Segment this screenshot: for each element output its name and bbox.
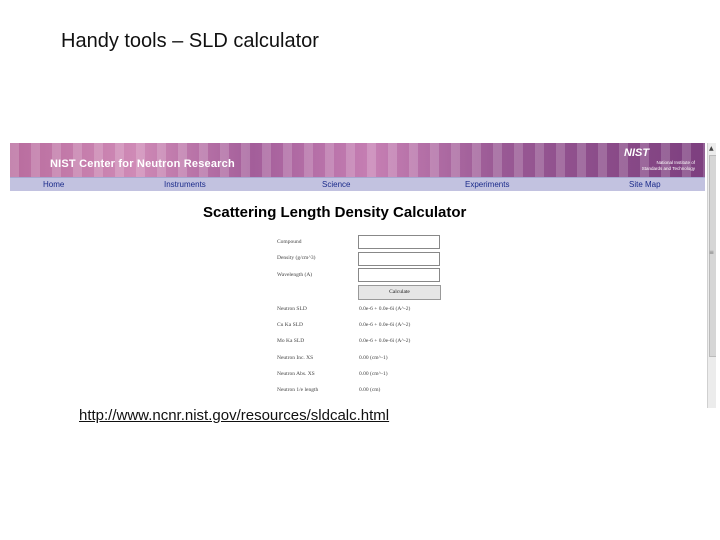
density-label: Density (g/cm^3) bbox=[277, 255, 316, 261]
nist-logo-subtitle: National Institute of Standards and Tech… bbox=[600, 160, 695, 172]
result-label-neutron-sld: Neutron SLD bbox=[277, 306, 307, 312]
nist-logo[interactable]: NIST bbox=[624, 147, 649, 159]
density-input[interactable] bbox=[358, 252, 440, 266]
vertical-scrollbar[interactable]: ▲ ≡ bbox=[707, 143, 716, 408]
nav-bar: Home Instruments Science Experiments Sit… bbox=[10, 177, 705, 191]
scroll-up-arrow-icon[interactable]: ▲ bbox=[709, 145, 714, 152]
wavelength-input[interactable] bbox=[358, 268, 440, 282]
reference-url-link[interactable]: http://www.ncnr.nist.gov/resources/sldca… bbox=[79, 407, 389, 424]
nav-science[interactable]: Science bbox=[322, 180, 350, 189]
nav-home[interactable]: Home bbox=[43, 180, 64, 189]
site-title[interactable]: NIST Center for Neutron Research bbox=[50, 158, 235, 170]
result-label-mo-ka-sld: Mo Ka SLD bbox=[277, 338, 305, 344]
nav-site-map[interactable]: Site Map bbox=[629, 180, 661, 189]
result-label-inc-xs: Neutron Inc. XS bbox=[277, 355, 314, 361]
result-label-1e-length: Neutron 1/e length bbox=[277, 387, 319, 393]
result-label-abs-xs: Neutron Abs. XS bbox=[277, 371, 315, 377]
result-value-abs-xs: 0.00 (cm^-1) bbox=[359, 371, 388, 377]
result-value-mo-ka-sld: 0.0e-6 + 0.0e-6i (A^-2) bbox=[359, 338, 411, 344]
compound-input[interactable] bbox=[358, 235, 440, 249]
result-value-1e-length: 0.00 (cm) bbox=[359, 387, 381, 393]
result-value-inc-xs: 0.00 (cm^-1) bbox=[359, 355, 388, 361]
result-value-cu-ka-sld: 0.0e-6 + 0.0e-6i (A^-2) bbox=[359, 322, 411, 328]
compound-label: Compound bbox=[277, 239, 302, 245]
scroll-grip-icon: ≡ bbox=[709, 249, 715, 256]
result-label-cu-ka-sld: Cu Ka SLD bbox=[277, 322, 303, 328]
calculate-button[interactable]: Calculate bbox=[358, 285, 441, 300]
nist-logo-subtitle-line2: Standards and Technology bbox=[641, 166, 695, 171]
scroll-thumb[interactable] bbox=[709, 155, 716, 357]
browser-screenshot: NIST Center for Neutron Research NIST Na… bbox=[10, 143, 716, 408]
site-banner: NIST Center for Neutron Research NIST Na… bbox=[10, 143, 705, 177]
result-value-neutron-sld: 0.0e-6 + 0.0e-6i (A^-2) bbox=[359, 306, 411, 312]
calculator-title: Scattering Length Density Calculator bbox=[203, 204, 467, 221]
wavelength-label: Wavelength (A) bbox=[277, 272, 313, 278]
nav-experiments[interactable]: Experiments bbox=[465, 180, 509, 189]
nav-instruments[interactable]: Instruments bbox=[164, 180, 206, 189]
slide-title: Handy tools – SLD calculator bbox=[61, 30, 319, 52]
